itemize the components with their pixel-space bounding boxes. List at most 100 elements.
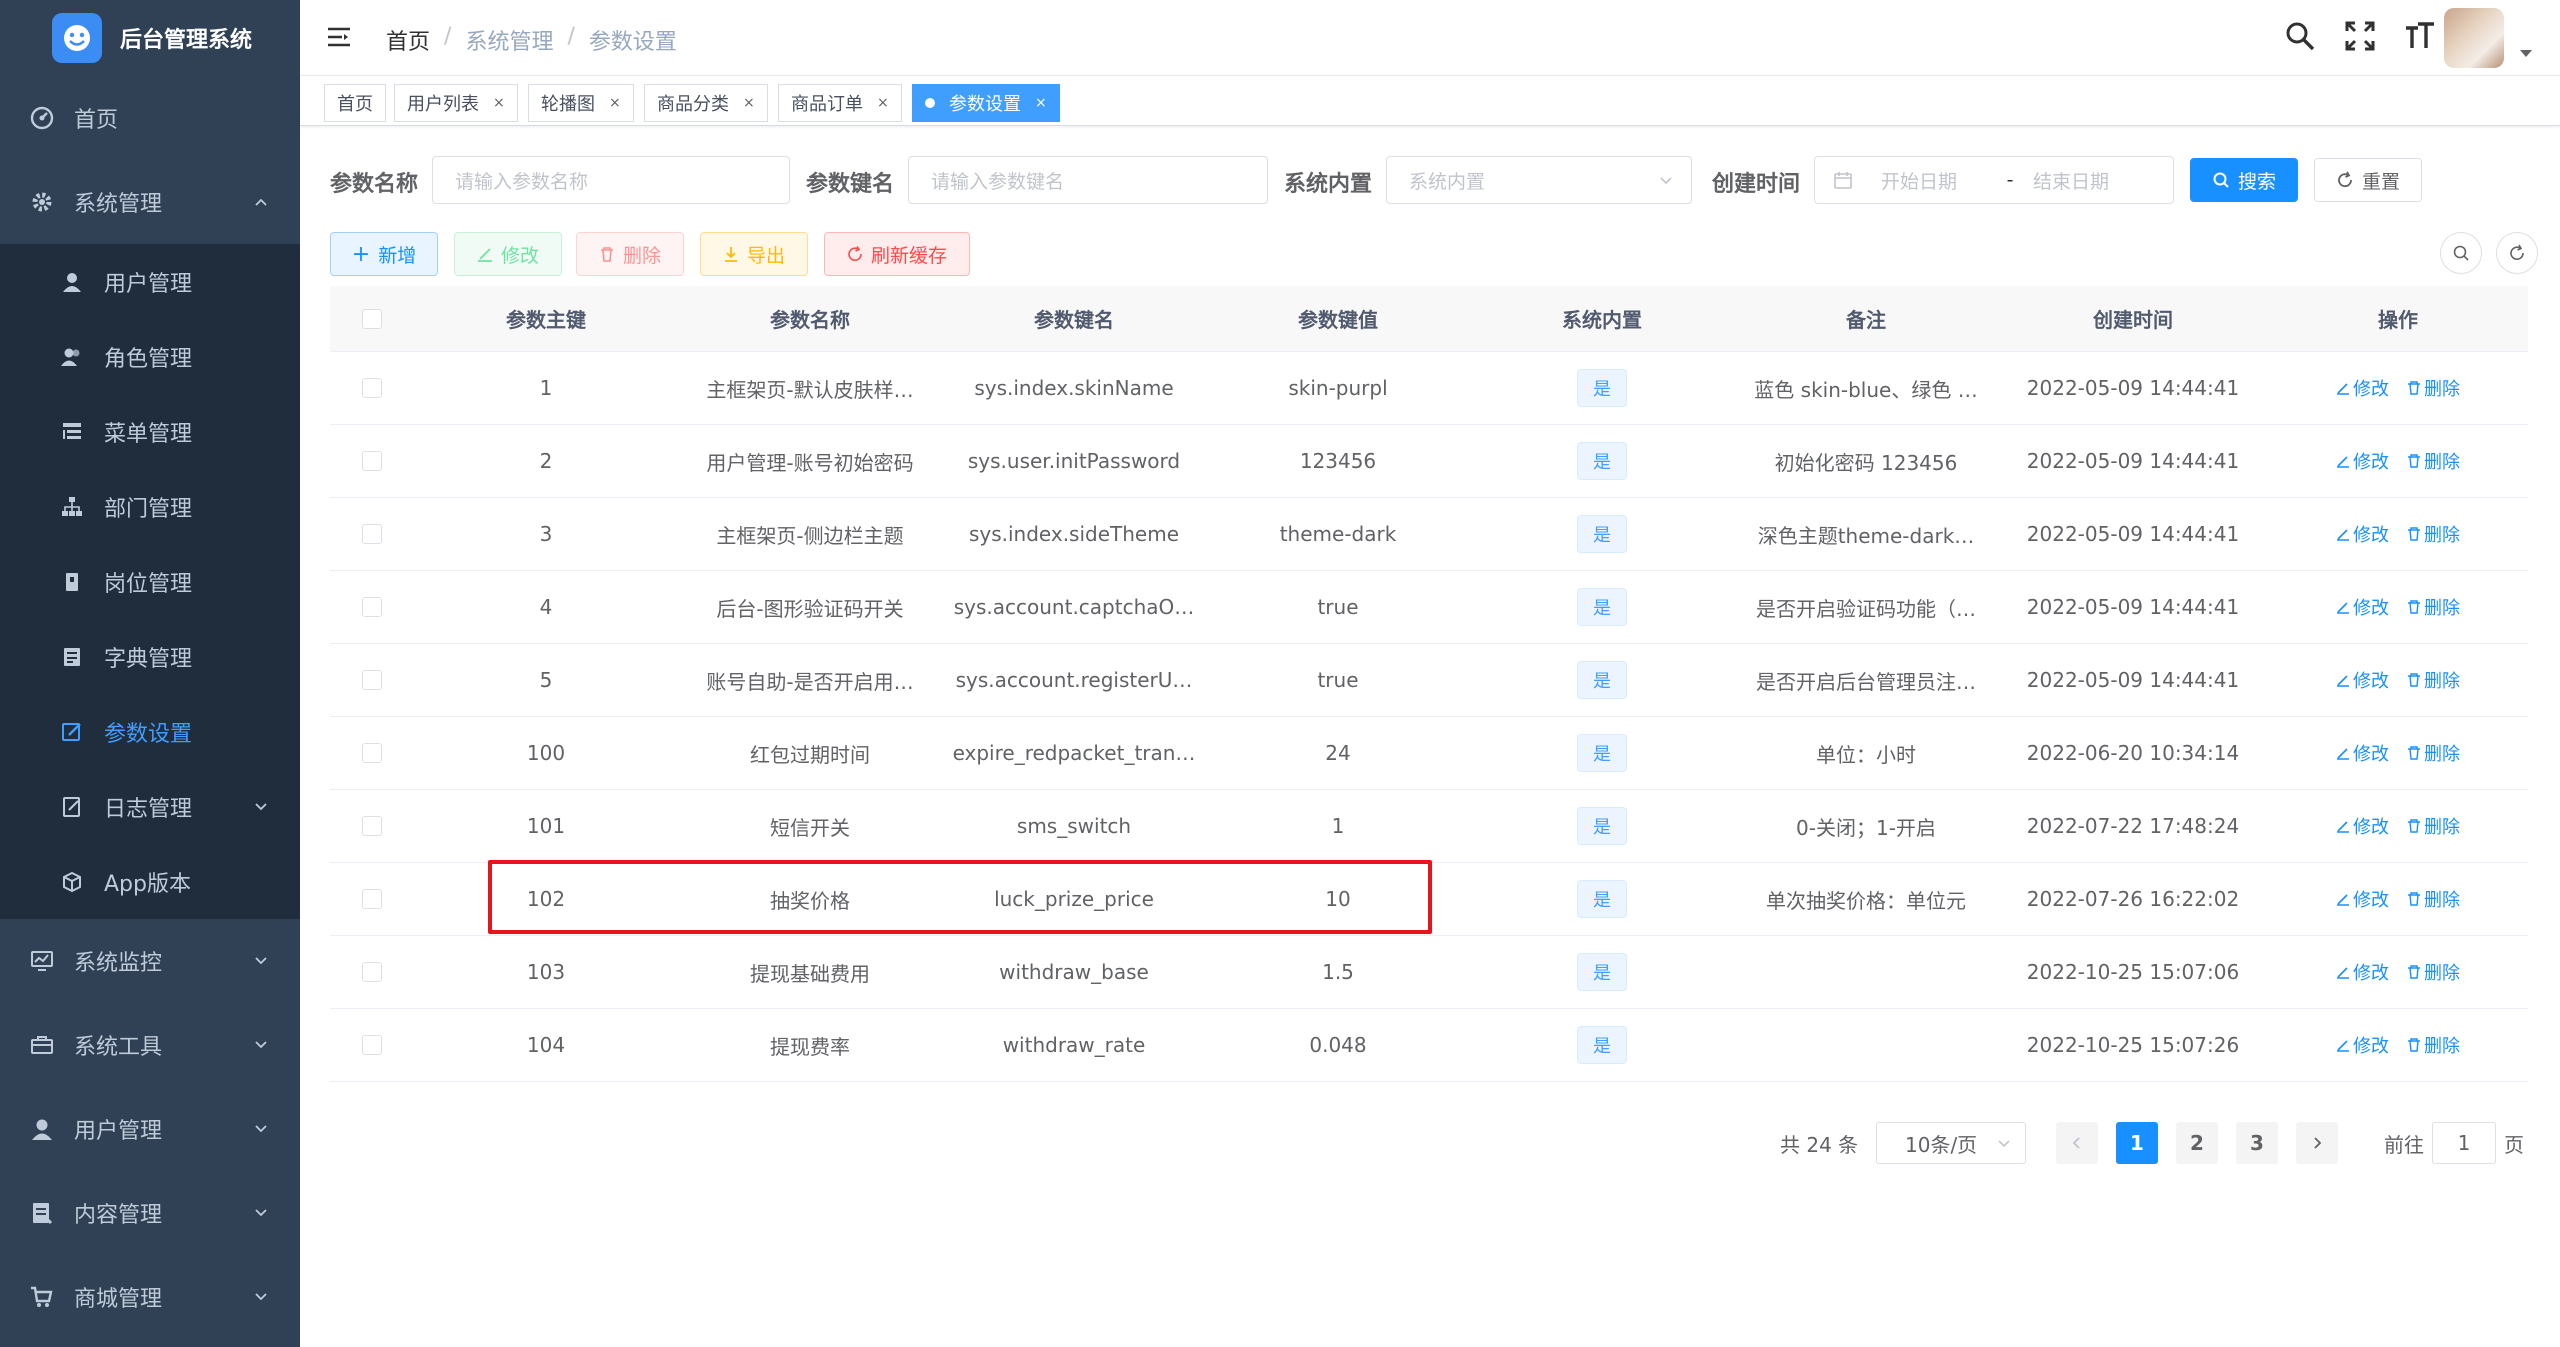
- close-icon[interactable]: ×: [877, 95, 889, 111]
- end-date-input[interactable]: 结束日期: [2033, 167, 2109, 194]
- row-edit-link[interactable]: 修改: [2336, 667, 2389, 693]
- config-type-select[interactable]: 系统内置: [1386, 156, 1692, 204]
- delete-button[interactable]: 删除: [576, 232, 684, 276]
- table-row[interactable]: 3 主框架页-侧边栏主题 sys.index.sideTheme theme-dark…: [330, 498, 2528, 571]
- row-checkbox[interactable]: [362, 524, 382, 544]
- page-1-button[interactable]: 1: [2116, 1122, 2158, 1164]
- menu-item-config[interactable]: 参数设置: [0, 694, 300, 769]
- font-size-icon[interactable]: [2404, 20, 2436, 52]
- page-2-button[interactable]: 2: [2176, 1122, 2218, 1164]
- row-edit-link[interactable]: 修改: [2336, 521, 2389, 547]
- row-checkbox[interactable]: [362, 597, 382, 617]
- menu-item-tools[interactable]: 系统工具: [0, 1003, 300, 1087]
- avatar[interactable]: [2444, 8, 2504, 68]
- menu-item-post[interactable]: 岗位管理: [0, 544, 300, 619]
- tag-config[interactable]: 参数设置 ×: [912, 84, 1060, 122]
- logo[interactable]: 后台管理系统: [0, 0, 300, 76]
- menu-item-log[interactable]: 日志管理: [0, 769, 300, 844]
- hamburger-icon[interactable]: [326, 24, 352, 50]
- table-row[interactable]: 102 抽奖价格 luck_prize_price 10 是 单次抽奖价格：单位元 2022…: [330, 863, 2528, 936]
- tag-banner[interactable]: 轮播图 ×: [528, 84, 634, 122]
- refresh-table-button[interactable]: [2496, 232, 2538, 274]
- close-icon[interactable]: ×: [493, 95, 505, 111]
- menu-item-menu[interactable]: 菜单管理: [0, 394, 300, 469]
- row-edit-link[interactable]: 修改: [2336, 959, 2389, 985]
- config-key-input[interactable]: 请输入参数键名: [908, 156, 1268, 204]
- table-row[interactable]: 103 提现基础费用 withdraw_base 1.5 是 2022-10-25 15:…: [330, 936, 2528, 1009]
- goto-page-input[interactable]: 1: [2432, 1122, 2496, 1164]
- reset-button[interactable]: 重置: [2314, 158, 2422, 202]
- row-delete-link[interactable]: 删除: [2407, 740, 2460, 766]
- row-delete-link[interactable]: 删除: [2407, 959, 2460, 985]
- table-row[interactable]: 100 红包过期时间 expire_redpacket_tran… 24 是 单位：小时 2…: [330, 717, 2528, 790]
- menu-item-mall[interactable]: 商城管理: [0, 1255, 300, 1339]
- menu-item-home[interactable]: 首页: [0, 76, 300, 160]
- row-checkbox[interactable]: [362, 816, 382, 836]
- row-checkbox[interactable]: [362, 378, 382, 398]
- row-edit-link[interactable]: 修改: [2336, 594, 2389, 620]
- row-delete-link[interactable]: 删除: [2407, 594, 2460, 620]
- row-edit-link[interactable]: 修改: [2336, 740, 2389, 766]
- search-icon: [2213, 172, 2229, 188]
- export-button[interactable]: 导出: [700, 232, 808, 276]
- select-all-checkbox[interactable]: [362, 308, 382, 329]
- tag-home[interactable]: 首页: [324, 84, 386, 122]
- row-checkbox[interactable]: [362, 889, 382, 909]
- date-range-picker[interactable]: 开始日期 - 结束日期: [1814, 156, 2174, 204]
- row-checkbox[interactable]: [362, 451, 382, 471]
- row-checkbox[interactable]: [362, 962, 382, 982]
- table-row[interactable]: 4 后台-图形验证码开关 sys.account.captchaO… true 是 是否开…: [330, 571, 2528, 644]
- search-icon[interactable]: [2284, 20, 2316, 52]
- table-row[interactable]: 101 短信开关 sms_switch 1 是 0-关闭；1-开启 2022-07-22 1…: [330, 790, 2528, 863]
- row-checkbox[interactable]: [362, 670, 382, 690]
- row-checkbox[interactable]: [362, 1035, 382, 1055]
- page-3-button[interactable]: 3: [2236, 1122, 2278, 1164]
- table-row[interactable]: 104 提现费率 withdraw_rate 0.048 是 2022-10-25 15:…: [330, 1009, 2528, 1082]
- search-button[interactable]: 搜索: [2190, 158, 2298, 202]
- page-size-select[interactable]: 10条/页: [1876, 1122, 2026, 1164]
- menu-item-content[interactable]: 内容管理: [0, 1171, 300, 1255]
- table-row[interactable]: 5 账号自助-是否开启用… sys.account.registerU… true 是 是…: [330, 644, 2528, 717]
- breadcrumb-item-home[interactable]: 首页: [386, 24, 430, 56]
- menu-item-dept[interactable]: 部门管理: [0, 469, 300, 544]
- row-delete-link[interactable]: 删除: [2407, 1032, 2460, 1058]
- start-date-input[interactable]: 开始日期: [1881, 167, 1991, 194]
- tag-user-list[interactable]: 用户列表 ×: [394, 84, 518, 122]
- close-icon[interactable]: ×: [743, 95, 755, 111]
- next-page-button[interactable]: [2296, 1122, 2338, 1164]
- row-checkbox[interactable]: [362, 743, 382, 763]
- menu-item-role[interactable]: 角色管理: [0, 319, 300, 394]
- caret-down-icon[interactable]: [2520, 50, 2532, 57]
- row-edit-link[interactable]: 修改: [2336, 448, 2389, 474]
- row-edit-link[interactable]: 修改: [2336, 375, 2389, 401]
- toggle-search-button[interactable]: [2440, 232, 2482, 274]
- row-delete-link[interactable]: 删除: [2407, 448, 2460, 474]
- row-delete-link[interactable]: 删除: [2407, 886, 2460, 912]
- menu-item-user[interactable]: 用户管理: [0, 244, 300, 319]
- prev-page-button[interactable]: [2056, 1122, 2098, 1164]
- add-button[interactable]: + 新增: [330, 232, 438, 276]
- menu-item-dict[interactable]: 字典管理: [0, 619, 300, 694]
- edit-button[interactable]: 修改: [454, 232, 562, 276]
- tag-category[interactable]: 商品分类 ×: [644, 84, 768, 122]
- close-icon[interactable]: ×: [1035, 95, 1047, 111]
- table-row[interactable]: 2 用户管理-账号初始密码 sys.user.initPassword 123456 是…: [330, 425, 2528, 498]
- row-edit-link[interactable]: 修改: [2336, 886, 2389, 912]
- fullscreen-icon[interactable]: [2344, 20, 2376, 52]
- row-delete-link[interactable]: 删除: [2407, 521, 2460, 547]
- refresh-cache-button[interactable]: 刷新缓存: [824, 232, 970, 276]
- menu-item-system[interactable]: 系统管理: [0, 160, 300, 244]
- menu-item-monitor[interactable]: 系统监控: [0, 919, 300, 1003]
- row-delete-link[interactable]: 删除: [2407, 813, 2460, 839]
- tag-order[interactable]: 商品订单 ×: [778, 84, 902, 122]
- row-delete-link[interactable]: 删除: [2407, 667, 2460, 693]
- row-delete-link[interactable]: 删除: [2407, 375, 2460, 401]
- close-icon[interactable]: ×: [609, 95, 621, 111]
- menu-label: 商城管理: [74, 1287, 163, 1312]
- menu-item-users2[interactable]: 用户管理: [0, 1087, 300, 1171]
- config-name-input[interactable]: 请输入参数名称: [432, 156, 790, 204]
- row-edit-link[interactable]: 修改: [2336, 1032, 2389, 1058]
- table-row[interactable]: 1 主框架页-默认皮肤样… sys.index.skinName skin-purpl…: [330, 352, 2528, 425]
- row-edit-link[interactable]: 修改: [2336, 813, 2389, 839]
- menu-item-app-version[interactable]: App版本: [0, 844, 300, 919]
